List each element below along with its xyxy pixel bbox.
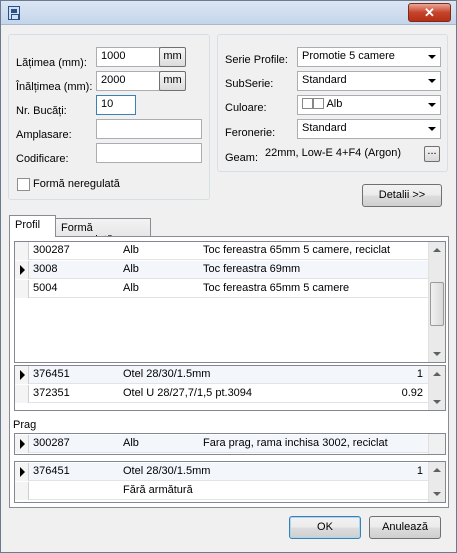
profile-desc-cell: Toc fereastra 65mm 5 camere, reciclat bbox=[203, 244, 391, 256]
profiles-scrollbar[interactable] bbox=[428, 242, 445, 362]
scroll-down-icon[interactable] bbox=[433, 400, 441, 404]
row-current-indicator-icon bbox=[15, 366, 29, 384]
chevron-down-icon bbox=[428, 55, 436, 59]
row-indicator bbox=[15, 482, 29, 500]
irregular-shape-checkbox[interactable] bbox=[17, 178, 30, 191]
color-value: Alb bbox=[326, 98, 343, 110]
irregular-shape-label: Formă neregulată bbox=[33, 178, 120, 190]
close-button[interactable]: ✕ bbox=[408, 3, 451, 22]
height-field[interactable]: 2000 bbox=[96, 71, 160, 91]
tab-profile[interactable]: Profil bbox=[9, 215, 56, 237]
chevron-down-icon bbox=[428, 79, 436, 83]
glass-label: Geam: bbox=[225, 152, 259, 164]
table-row[interactable]: 372351 Otel U 28/27,7/1,5 pt.3094 0.92 bbox=[15, 385, 429, 403]
width-unit-button[interactable]: mm bbox=[159, 47, 186, 67]
threshold-desc-cell: Fara prag, rama inchisa 3002, reciclat bbox=[203, 437, 388, 449]
location-label: Amplasare: bbox=[16, 129, 72, 141]
threshold-scrollbar bbox=[428, 434, 445, 454]
series-label: Serie Profile: bbox=[225, 54, 288, 66]
table-row[interactable]: 5004 Alb Toc fereastra 65mm 5 camere bbox=[15, 280, 429, 298]
profile-color-cell: Alb bbox=[123, 263, 139, 275]
profile-code-cell: 300287 bbox=[33, 244, 70, 256]
color-combo[interactable]: Alb bbox=[297, 95, 441, 115]
table-row[interactable]: 376451 Otel 28/30/1.5mm 1 bbox=[15, 463, 429, 481]
reinforcement-desc-cell: Otel U 28/27,7/1,5 pt.3094 bbox=[123, 387, 253, 399]
scroll-down-icon[interactable] bbox=[433, 352, 441, 356]
cancel-button[interactable]: Anulează bbox=[369, 516, 441, 539]
dialog-window: ✕ Lățimea (mm): 1000 mm Înălțimea (mm): … bbox=[0, 0, 457, 553]
threshold-code-cell: 300287 bbox=[33, 437, 70, 449]
threshold-reinf-value-cell: 1 bbox=[416, 465, 423, 477]
profile-code-cell: 3008 bbox=[33, 263, 58, 275]
tab-panel-profile: 300287 Alb Toc fereastra 65mm 5 camere, … bbox=[9, 236, 449, 508]
tab-irregular-shape[interactable]: Formă neregulată bbox=[55, 218, 151, 246]
width-field[interactable]: 1000 bbox=[96, 47, 160, 67]
table-row[interactable]: Fără armătură bbox=[15, 482, 429, 500]
hardware-combo[interactable]: Standard bbox=[297, 119, 441, 139]
title-bar: ✕ bbox=[1, 1, 456, 25]
table-row[interactable]: 300287 Alb Fara prag, rama inchisa 3002,… bbox=[15, 435, 429, 453]
row-current-indicator-icon bbox=[15, 435, 29, 453]
threshold-reinf-code-cell: 376451 bbox=[33, 465, 70, 477]
width-label: Lățimea (mm): bbox=[16, 57, 87, 69]
app-window-icon bbox=[8, 6, 20, 20]
count-label: Nr. Bucăți: bbox=[16, 105, 67, 117]
profile-desc-cell: Toc fereastra 69mm bbox=[203, 263, 301, 275]
subseries-label: SubSerie: bbox=[225, 78, 274, 90]
profile-color-cell: Alb bbox=[123, 282, 139, 294]
threshold-reinforcement-grid: 376451 Otel 28/30/1.5mm 1 Fără armătură bbox=[14, 461, 446, 503]
threshold-label: Prag bbox=[13, 419, 37, 431]
reinforcement-code-cell: 372351 bbox=[33, 387, 70, 399]
reinforcement-value-cell: 0.92 bbox=[401, 387, 423, 399]
threshold-grid: 300287 Alb Fara prag, rama inchisa 3002,… bbox=[14, 433, 446, 455]
ok-button[interactable]: OK bbox=[289, 516, 361, 539]
code-field[interactable] bbox=[96, 143, 202, 163]
hardware-value: Standard bbox=[302, 122, 347, 134]
color-swatch-outer bbox=[302, 98, 313, 109]
profile-code-cell: 5004 bbox=[33, 282, 58, 294]
details-button[interactable]: Detalii >> bbox=[362, 184, 442, 207]
row-indicator bbox=[15, 385, 29, 403]
series-value: Promotie 5 camere bbox=[302, 50, 395, 62]
scroll-up-icon[interactable] bbox=[433, 372, 441, 376]
threshold-reinforcement-scrollbar[interactable] bbox=[428, 462, 445, 502]
scroll-down-icon[interactable] bbox=[433, 492, 441, 496]
reinforcement-desc-cell: Otel 28/30/1.5mm bbox=[123, 368, 211, 380]
profile-color-cell: Alb bbox=[123, 244, 139, 256]
height-label: Înălțimea (mm): bbox=[16, 81, 93, 93]
height-unit-button[interactable]: mm bbox=[159, 71, 186, 91]
subseries-value: Standard bbox=[302, 74, 347, 86]
color-label: Culoare: bbox=[225, 102, 267, 114]
table-row[interactable]: 300287 Alb Toc fereastra 65mm 5 camere, … bbox=[15, 242, 429, 260]
row-indicator bbox=[15, 280, 29, 298]
chevron-down-icon bbox=[428, 127, 436, 131]
count-field[interactable]: 10 bbox=[96, 95, 136, 115]
profiles-grid: 300287 Alb Toc fereastra 65mm 5 camere, … bbox=[14, 241, 446, 363]
reinforcement-grid: 376451 Otel 28/30/1.5mm 1 372351 Otel U … bbox=[14, 365, 446, 411]
scroll-thumb[interactable] bbox=[430, 282, 444, 326]
reinforcement-value-cell: 1 bbox=[416, 368, 423, 380]
profile-desc-cell: Toc fereastra 65mm 5 camere bbox=[203, 282, 350, 294]
reinforcement-scrollbar[interactable] bbox=[428, 366, 445, 410]
series-combo[interactable]: Promotie 5 camere bbox=[297, 47, 441, 67]
chevron-down-icon bbox=[428, 103, 436, 107]
hardware-label: Feronerie: bbox=[225, 127, 276, 139]
code-label: Codificare: bbox=[16, 153, 69, 165]
scroll-up-icon[interactable] bbox=[433, 468, 441, 472]
threshold-color-cell: Alb bbox=[123, 437, 139, 449]
threshold-reinf-desc-cell: Otel 28/30/1.5mm bbox=[123, 465, 211, 477]
scroll-up-icon[interactable] bbox=[433, 248, 441, 252]
location-field[interactable] bbox=[96, 119, 202, 139]
table-row[interactable]: 3008 Alb Toc fereastra 69mm bbox=[15, 261, 429, 279]
glass-value: 22mm, Low-E 4+F4 (Argon) bbox=[265, 147, 402, 159]
row-current-indicator-icon bbox=[15, 261, 29, 279]
table-row[interactable]: 376451 Otel 28/30/1.5mm 1 bbox=[15, 366, 429, 384]
color-swatch-inner bbox=[313, 98, 324, 109]
threshold-reinf-desc-cell: Fără armătură bbox=[123, 484, 193, 496]
glass-select-button[interactable]: ... bbox=[424, 146, 440, 162]
subseries-combo[interactable]: Standard bbox=[297, 71, 441, 91]
row-current-indicator-icon bbox=[15, 463, 29, 481]
row-indicator bbox=[15, 242, 29, 260]
reinforcement-code-cell: 376451 bbox=[33, 368, 70, 380]
